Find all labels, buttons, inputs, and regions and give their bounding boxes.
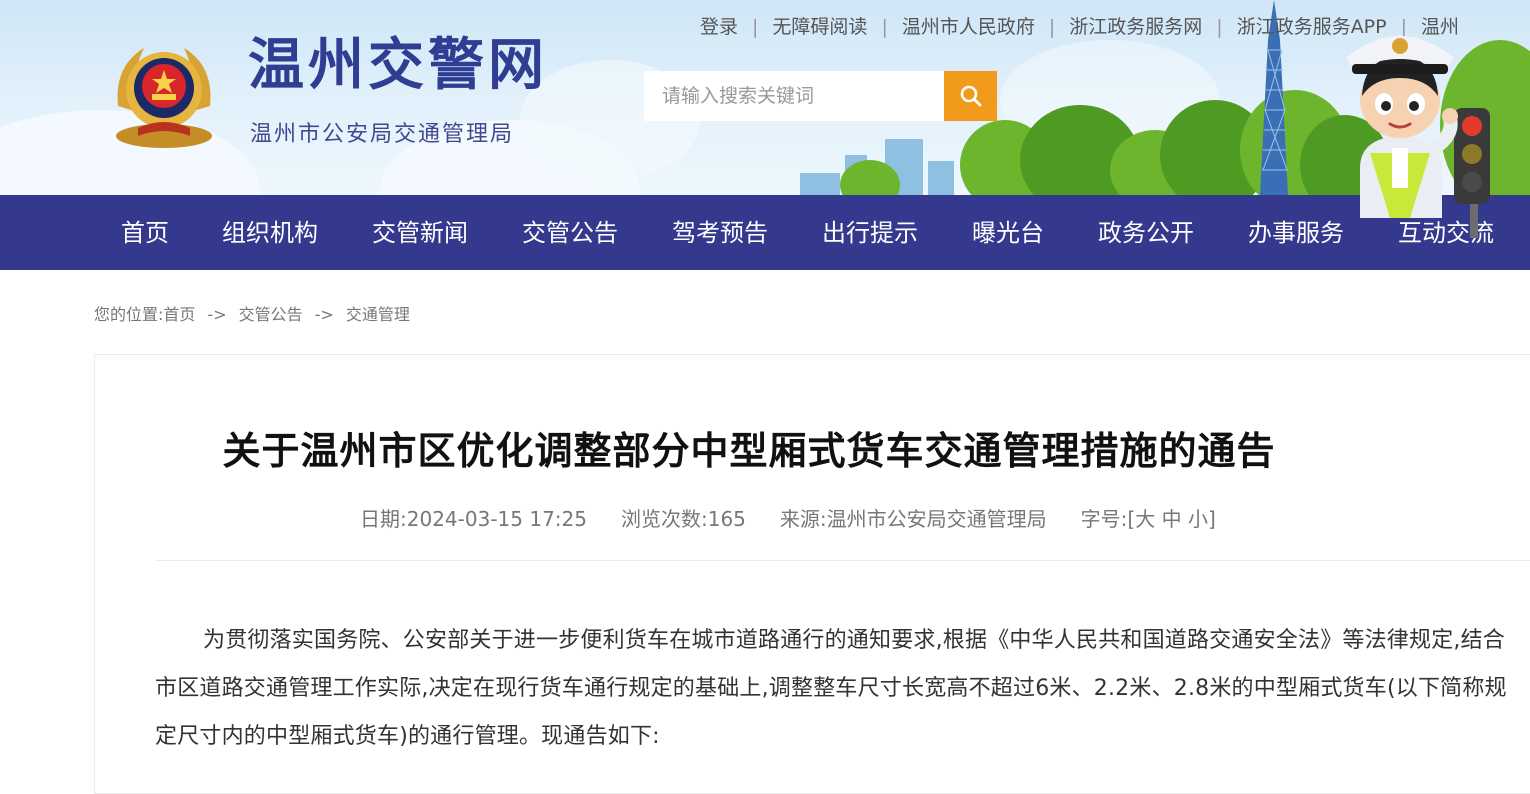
breadcrumb: 您的位置:首页 -> 交管公告 -> 交通管理 (94, 301, 410, 325)
search-input[interactable] (644, 71, 944, 121)
breadcrumb-separator: -> (207, 305, 227, 324)
breadcrumb-separator: -> (314, 305, 334, 324)
views-label: 浏览次数: (620, 507, 708, 531)
search-button[interactable] (944, 71, 997, 121)
font-size-small-button[interactable]: 小 (1188, 507, 1208, 531)
site-subtitle: 温州市公安局交通管理局 (250, 122, 515, 147)
city-skyline-decoration (928, 161, 954, 195)
article-date: 2024-03-15 17:25 (406, 507, 587, 531)
police-mascot-illustration (1346, 36, 1490, 238)
font-size-label: 字号: (1080, 507, 1128, 531)
breadcrumb-traffic-management[interactable]: 交通管理 (346, 305, 410, 324)
city-skyline-decoration (800, 173, 840, 195)
nav-government-affairs[interactable]: 政务公开 (1098, 195, 1194, 270)
breadcrumb-prefix: 您的位置: (94, 305, 164, 324)
nav-driving-test-notice[interactable]: 驾考预告 (672, 195, 768, 270)
source-label: 来源: (779, 507, 827, 531)
accessibility-link[interactable]: 无障碍阅读 (772, 16, 867, 38)
breadcrumb-notices[interactable]: 交管公告 (239, 305, 303, 324)
login-link[interactable]: 登录 (700, 16, 738, 38)
article-paragraph: 为贯彻落实国务院、公安部关于进一步便利货车在城市道路通行的通知要求,根据《中华人… (155, 628, 1507, 749)
site-header: 温州交警网 温州市公安局交通管理局 登录 | 无障碍阅读 | 温州市人民政府 | 浙江政务服… (0, 0, 1530, 195)
article-meta: 日期:2024-03-15 17:25 浏览次数:165 来源:温州市公安局交通管理… (360, 503, 1216, 532)
nav-traffic-news[interactable]: 交管新闻 (372, 195, 468, 270)
site-title[interactable]: 温州交警网 (248, 38, 548, 94)
meta-divider (155, 560, 1530, 561)
separator: | (881, 16, 888, 38)
search-icon (960, 85, 981, 107)
view-count: 165 (707, 507, 746, 531)
zhejiang-service-link[interactable]: 浙江政务服务网 (1069, 16, 1202, 38)
breadcrumb-home[interactable]: 首页 (163, 305, 195, 324)
article-title: 关于温州市区优化调整部分中型厢式货车交通管理措施的通告 (222, 429, 1276, 473)
main-nav: 首页 组织机构 交管新闻 交管公告 驾考预告 出行提示 曝光台 政务公开 办事服… (0, 195, 1530, 270)
nav-exposure[interactable]: 曝光台 (972, 195, 1044, 270)
nav-travel-tips[interactable]: 出行提示 (822, 195, 918, 270)
nav-organization[interactable]: 组织机构 (222, 195, 318, 270)
nav-home[interactable]: 首页 (121, 195, 169, 270)
separator: | (752, 16, 759, 38)
separator: | (1216, 16, 1223, 38)
wenzhou-government-link[interactable]: 温州市人民政府 (902, 16, 1035, 38)
font-size-large-button[interactable]: 大 (1135, 507, 1155, 531)
nav-traffic-notices[interactable]: 交管公告 (522, 195, 618, 270)
font-size-bracket-close: ] (1207, 507, 1216, 531)
font-size-medium-button[interactable]: 中 (1162, 507, 1182, 531)
police-emblem-logo (116, 48, 212, 148)
separator: | (1048, 16, 1056, 38)
article-source: 温州市公安局交通管理局 (826, 507, 1047, 531)
date-label: 日期: (360, 507, 407, 531)
